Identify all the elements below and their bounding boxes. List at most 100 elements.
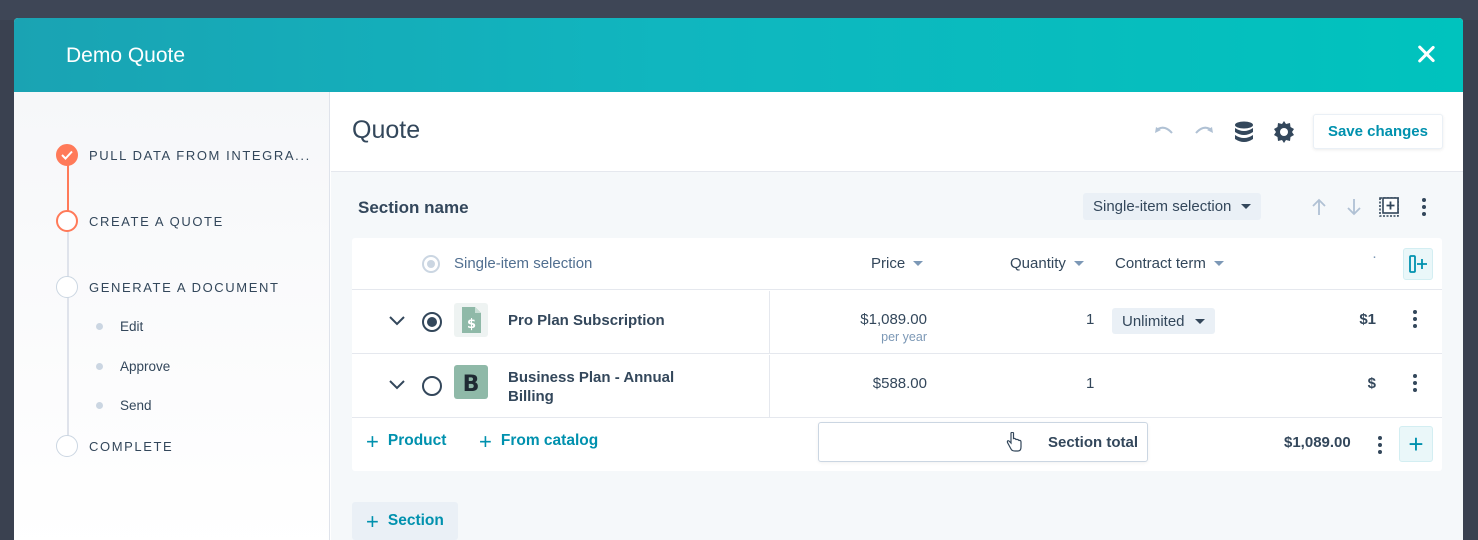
caret-down-icon [1194,318,1205,324]
svg-text:B: B [463,372,480,397]
price-period: per year [881,330,927,344]
step-label: PULL DATA FROM INTEGRA... [89,147,311,163]
row-more-icon[interactable] [1405,372,1425,394]
more-options-icon[interactable] [1409,192,1439,222]
chevron-down-icon[interactable] [387,311,407,331]
dollar-document-icon: $ [454,303,488,337]
modal-header: Demo Quote [14,18,1463,92]
column-price[interactable]: Price [871,255,924,272]
line-items-table: Single-item selection Price Quantity Con… [352,238,1442,471]
price-value: $1,089.00 [860,311,927,328]
step-label: GENERATE A DOCUMENT [89,279,280,295]
page-title: Quote [352,116,421,144]
plus-icon: + [366,428,379,454]
row-quantity[interactable]: 1 [1086,375,1094,392]
table-header: Single-item selection Price Quantity Con… [352,238,1442,290]
contract-term-dropdown[interactable]: Unlimited [1112,308,1215,334]
step-generate-document[interactable]: GENERATE A DOCUMENT [56,276,280,298]
plus-icon: + [479,428,492,454]
add-line-button[interactable]: + [1399,426,1433,462]
column-quantity[interactable]: Quantity [1010,255,1084,272]
selection-mode-value: Single-item selection [1093,198,1232,215]
header-selection-label: Single-item selection [454,255,593,272]
redo-icon[interactable] [1187,115,1221,149]
hand-cursor-icon [1006,432,1022,452]
bullet-icon [96,363,103,370]
row-amount: $ [1367,375,1376,392]
add-column-button[interactable] [1403,248,1433,280]
header-radio-icon [422,255,440,273]
modal-title: Demo Quote [66,44,186,67]
undo-icon[interactable] [1147,115,1181,149]
product-name[interactable]: Pro Plan Subscription [508,311,708,330]
move-down-icon[interactable] [1339,192,1369,222]
table-row[interactable]: B Business Plan - Annual Billing $588.00… [352,355,1442,418]
from-catalog-button[interactable]: + From catalog [479,428,599,454]
check-icon [56,144,78,166]
button-label: Section [387,512,444,529]
step-label: CREATE A QUOTE [89,213,224,229]
plus-icon: + [366,508,379,534]
button-label: Product [387,432,447,449]
row-select-radio[interactable] [422,376,442,396]
progress-sidebar: PULL DATA FROM INTEGRA... CREATE A QUOTE… [14,92,330,540]
row-amount: $1 [1359,311,1376,328]
quote-modal: Demo Quote PULL DATA FROM INTEGRA... CRE… [14,18,1463,540]
substep-edit[interactable]: Edit [96,319,143,334]
row-quantity[interactable]: 1 [1086,311,1094,328]
caret-down-icon [1073,261,1084,266]
move-up-icon[interactable] [1304,192,1334,222]
column-label: Quantity [1010,255,1066,272]
total-more-icon[interactable] [1370,434,1390,456]
pending-step-icon [56,276,78,298]
section-total-value: $1,089.00 [1284,434,1351,451]
add-column-icon [1409,255,1427,273]
database-icon[interactable] [1227,115,1261,149]
bullet-icon [96,323,103,330]
section-total-label: Section total [1047,434,1138,451]
button-label: From catalog [500,432,599,449]
chevron-down-icon[interactable] [387,375,407,395]
bullet-icon [96,402,103,409]
column-amount[interactable]: · [1372,248,1377,265]
table-footer: + Product + From catalog Section total $… [352,418,1442,470]
section-name[interactable]: Section name [358,198,469,218]
step-complete[interactable]: COMPLETE [56,435,173,457]
section-total-box[interactable]: Section total [818,422,1148,462]
substep-approve[interactable]: Approve [96,359,170,374]
caret-down-icon [1213,261,1224,266]
substep-send[interactable]: Send [96,398,152,413]
row-price[interactable]: $588.00 [873,375,927,392]
row-more-icon[interactable] [1405,308,1425,330]
row-price[interactable]: $1,089.00 per year [860,311,927,344]
add-section-button[interactable]: + Section [352,502,458,540]
caret-down-icon [913,261,924,266]
column-label: Price [871,255,906,272]
svg-text:$: $ [467,317,476,332]
save-changes-button[interactable]: Save changes [1312,114,1443,149]
step-pull-data[interactable]: PULL DATA FROM INTEGRA... [56,144,311,166]
price-value: $588.00 [872,375,927,392]
add-product-button[interactable]: + Product [366,428,447,454]
column-label: Contract term [1115,255,1206,272]
gear-icon[interactable] [1267,115,1301,149]
column-contract-term[interactable]: Contract term [1115,255,1224,272]
current-step-icon [56,210,78,232]
term-value: Unlimited [1122,312,1185,330]
product-name[interactable]: Business Plan - Annual Billing [508,368,708,406]
row-select-radio[interactable] [422,312,442,332]
close-icon[interactable] [1411,40,1441,70]
step-create-quote[interactable]: CREATE A QUOTE [56,210,224,232]
substep-label: Send [120,398,152,413]
step-label: COMPLETE [89,438,174,454]
table-row[interactable]: $ Pro Plan Subscription $1,089.00 per ye… [352,291,1442,354]
quote-editor: Quote Save changes Section name Single-i… [331,92,1463,540]
selection-mode-dropdown[interactable]: Single-item selection [1083,193,1262,220]
editor-header: Quote Save changes [331,92,1463,172]
pending-step-icon [56,435,78,457]
add-section-box-icon[interactable] [1374,192,1404,222]
business-b-icon: B [454,365,488,399]
caret-down-icon [1241,204,1252,209]
substep-label: Approve [120,359,171,374]
substep-label: Edit [120,319,144,334]
